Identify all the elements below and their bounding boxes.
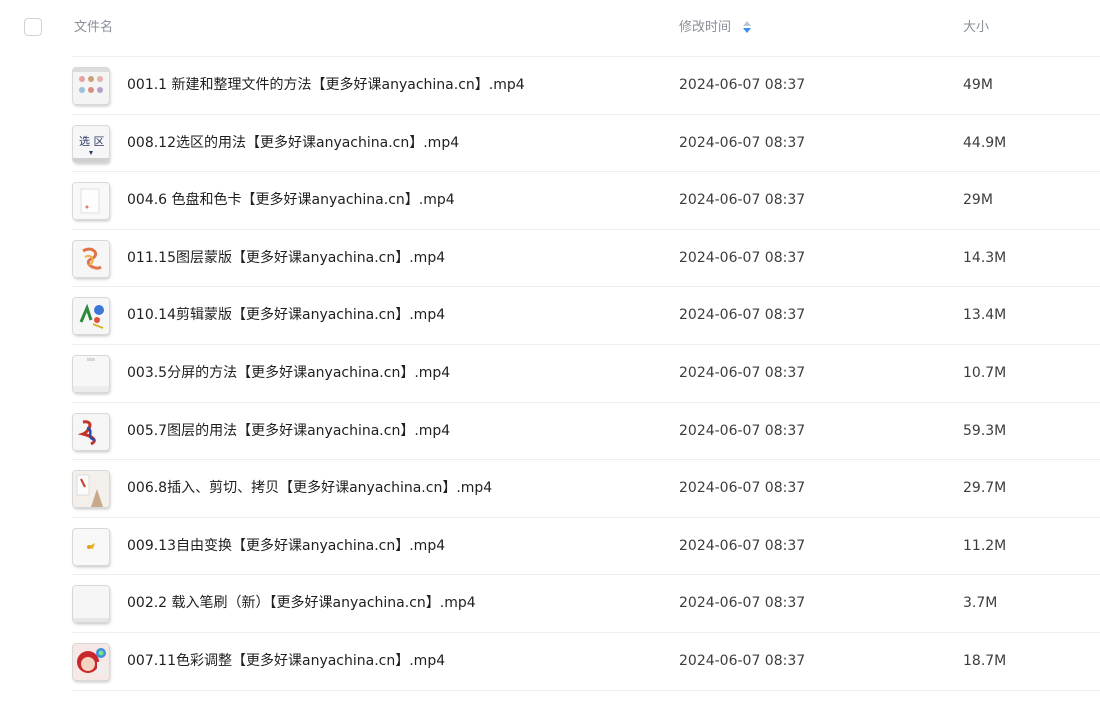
- video-thumbnail-icon[interactable]: [73, 355, 109, 392]
- file-modified-time: 2024-06-07 08:37: [679, 537, 806, 554]
- file-name[interactable]: 009.13自由变换【更多好课anyachina.cn】.mp4: [127, 537, 445, 555]
- file-size: 29M: [963, 192, 993, 209]
- video-thumbnail-icon[interactable]: 选 区: [73, 125, 109, 162]
- file-row[interactable]: 003.5分屏的方法【更多好课anyachina.cn】.mp4 2024-06-…: [72, 345, 1100, 403]
- column-header-name[interactable]: 文件名: [74, 19, 113, 37]
- file-list-header: 文件名 修改时间 大小: [24, 0, 1100, 57]
- file-modified-time: 2024-06-07 08:37: [679, 652, 806, 669]
- file-size: 14.3M: [963, 249, 1007, 266]
- file-modified-time: 2024-06-07 08:37: [679, 480, 806, 497]
- video-thumbnail-icon[interactable]: [73, 413, 109, 450]
- file-modified-time: 2024-06-07 08:37: [679, 249, 806, 266]
- file-name[interactable]: 010.14剪辑蒙版【更多好课anyachina.cn】.mp4: [127, 306, 445, 324]
- file-size: 10.7M: [963, 364, 1007, 381]
- file-name[interactable]: 008.12选区的用法【更多好课anyachina.cn】.mp4: [127, 134, 459, 152]
- file-name[interactable]: 004.6 色盘和色卡【更多好课anyachina.cn】.mp4: [127, 191, 455, 209]
- file-row[interactable]: 010.14剪辑蒙版【更多好课anyachina.cn】.mp4 2024-06-…: [72, 287, 1100, 345]
- video-thumbnail-icon[interactable]: [73, 183, 109, 220]
- file-name[interactable]: 007.11色彩调整【更多好课anyachina.cn】.mp4: [127, 652, 445, 670]
- file-rows: 001.1 新建和整理文件的方法【更多好课anyachina.cn】.mp4 20…: [0, 57, 1100, 691]
- file-modified-time: 2024-06-07 08:37: [679, 134, 806, 151]
- select-all-checkbox[interactable]: [24, 18, 42, 36]
- file-name[interactable]: 005.7图层的用法【更多好课anyachina.cn】.mp4: [127, 422, 450, 440]
- video-thumbnail-icon[interactable]: [73, 586, 109, 623]
- file-modified-time: 2024-06-07 08:37: [679, 595, 806, 612]
- file-size: 59.3M: [963, 422, 1007, 439]
- file-size: 44.9M: [963, 134, 1007, 151]
- file-name[interactable]: 003.5分屏的方法【更多好课anyachina.cn】.mp4: [127, 364, 450, 382]
- svg-text:选 区: 选 区: [79, 135, 105, 148]
- video-thumbnail-icon[interactable]: [73, 528, 109, 565]
- file-size: 18.7M: [963, 652, 1007, 669]
- file-modified-time: 2024-06-07 08:37: [679, 364, 806, 381]
- column-header-modified-time[interactable]: 修改时间: [679, 19, 752, 37]
- file-row[interactable]: 006.8插入、剪切、拷贝【更多好课anyachina.cn】.mp4 2024-…: [72, 460, 1100, 518]
- video-thumbnail-icon[interactable]: [73, 240, 109, 277]
- file-name[interactable]: 006.8插入、剪切、拷贝【更多好课anyachina.cn】.mp4: [127, 479, 492, 497]
- file-row[interactable]: 002.2 载入笔刷（新）【更多好课anyachina.cn】.mp4 2024-…: [72, 575, 1100, 633]
- file-modified-time: 2024-06-07 08:37: [679, 77, 806, 93]
- file-row[interactable]: 001.1 新建和整理文件的方法【更多好课anyachina.cn】.mp4 20…: [72, 57, 1100, 115]
- file-size: 29.7M: [963, 480, 1007, 497]
- file-size: 3.7M: [963, 595, 998, 612]
- file-row[interactable]: 选 区 008.12选区的用法【更多好课anyachina.cn】.mp4 2024…: [72, 115, 1100, 173]
- column-header-modified-time-label: 修改时间: [679, 20, 732, 35]
- file-name[interactable]: 002.2 载入笔刷（新）【更多好课anyachina.cn】.mp4: [127, 594, 476, 612]
- file-row[interactable]: 011.15图层蒙版【更多好课anyachina.cn】.mp4 2024-06-…: [72, 230, 1100, 288]
- file-name[interactable]: 011.15图层蒙版【更多好课anyachina.cn】.mp4: [127, 249, 445, 267]
- video-thumbnail-icon[interactable]: [73, 643, 109, 680]
- file-row[interactable]: 004.6 色盘和色卡【更多好课anyachina.cn】.mp4 2024-06…: [72, 172, 1100, 230]
- column-header-size[interactable]: 大小: [963, 19, 989, 37]
- file-modified-time: 2024-06-07 08:37: [679, 422, 806, 439]
- file-row[interactable]: 007.11色彩调整【更多好课anyachina.cn】.mp4 2024-06-…: [72, 633, 1100, 691]
- file-row[interactable]: 009.13自由变换【更多好课anyachina.cn】.mp4 2024-06-…: [72, 518, 1100, 576]
- file-modified-time: 2024-06-07 08:37: [679, 307, 806, 324]
- file-size: 11.2M: [963, 537, 1007, 554]
- file-modified-time: 2024-06-07 08:37: [679, 192, 806, 209]
- file-row[interactable]: 005.7图层的用法【更多好课anyachina.cn】.mp4 2024-06-…: [72, 403, 1100, 461]
- video-thumbnail-icon[interactable]: [73, 298, 109, 335]
- sort-icon[interactable]: [743, 20, 752, 33]
- file-list: 文件名 修改时间 大小 001.1 新建和整理文件的方法【更多好课anyachi…: [0, 0, 1100, 691]
- file-size: 49M: [963, 77, 993, 93]
- video-thumbnail-icon[interactable]: [73, 68, 109, 104]
- file-size: 13.4M: [963, 307, 1007, 324]
- video-thumbnail-icon[interactable]: [73, 471, 109, 508]
- file-name[interactable]: 001.1 新建和整理文件的方法【更多好课anyachina.cn】.mp4: [127, 76, 525, 94]
